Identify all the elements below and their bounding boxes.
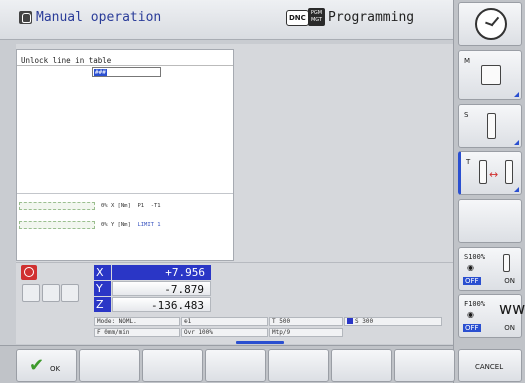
spindle-off-label: OFF bbox=[463, 277, 481, 285]
load-bar-x bbox=[19, 202, 95, 210]
m-key-label: M bbox=[464, 57, 471, 65]
axis-value-x: +7.956 bbox=[112, 265, 211, 280]
spindle-on-label: ON bbox=[504, 277, 515, 285]
override-status: Ovr 100% bbox=[181, 328, 268, 337]
softkey-page-indicator[interactable] bbox=[236, 341, 284, 344]
t-function-key[interactable]: T ↔ bbox=[458, 151, 522, 195]
status-box-3 bbox=[61, 284, 79, 302]
softkey-4[interactable] bbox=[205, 349, 266, 382]
machine-function-icon bbox=[481, 65, 501, 85]
spindle-tool-icon bbox=[503, 254, 510, 272]
spindle-value: S 300 bbox=[355, 318, 374, 325]
s-function-key[interactable]: S bbox=[458, 104, 522, 148]
checkmark-icon: ✔ bbox=[29, 355, 45, 376]
tool-status: T 500 bbox=[269, 317, 343, 326]
hand-icon bbox=[19, 11, 32, 24]
empty-side-key[interactable] bbox=[458, 199, 522, 243]
spindle-icon bbox=[347, 318, 353, 324]
load-x-p: P1 bbox=[137, 203, 145, 209]
submenu-indicator-icon bbox=[514, 140, 519, 145]
axis-label-z: Z bbox=[94, 297, 111, 312]
swap-arrow-icon: ↔ bbox=[489, 168, 499, 181]
status-box-1 bbox=[22, 284, 40, 302]
load-x-t: -T1 bbox=[150, 203, 161, 209]
axis-label-y: Y bbox=[94, 281, 111, 296]
softkey-6[interactable] bbox=[331, 349, 392, 382]
header-bar: Manual operation DNC PGM MGT Programming bbox=[0, 0, 453, 40]
dialog-title: Unlock line in table bbox=[21, 56, 112, 65]
status-box-2 bbox=[42, 284, 60, 302]
feed-override-key[interactable]: F100% ◉ ᴡᴡ OFF ON bbox=[458, 294, 525, 338]
axis-value-y: -7.879 bbox=[112, 281, 211, 296]
submenu-indicator-icon bbox=[514, 92, 519, 97]
t-key-label: T bbox=[466, 158, 471, 166]
feed-wave-icon: ᴡᴡ bbox=[499, 299, 525, 318]
spindle-override-label: S100% bbox=[464, 253, 486, 261]
cancel-button[interactable]: CANCEL bbox=[458, 349, 522, 382]
spindle-tool-icon bbox=[487, 113, 496, 139]
tool-change-icon bbox=[479, 160, 487, 184]
dialog-divider bbox=[17, 65, 233, 66]
vertical-softkey-bar: M S T ↔ S100% ◉ OFF ON F100% ◉ ᴡᴡ OFF ON bbox=[453, 0, 525, 383]
pgm-mgt-icon: PGM MGT bbox=[308, 8, 325, 26]
load-divider bbox=[17, 193, 233, 194]
load-y-pct: 0% bbox=[101, 222, 108, 228]
override-knob-icon: ◉ bbox=[467, 263, 474, 272]
feed-override-label: F100% bbox=[464, 300, 486, 308]
load-x-axis: X [Nm] bbox=[110, 203, 131, 209]
load-x-pct: 0% bbox=[101, 203, 108, 209]
feed-on-label: ON bbox=[504, 324, 515, 332]
softkey-3[interactable] bbox=[142, 349, 203, 382]
load-x-readout: 0% X [Nm] P1 -T1 bbox=[101, 203, 161, 209]
datum-value: 1 bbox=[187, 318, 192, 325]
load-y-limit: LIMIT 1 bbox=[137, 222, 161, 228]
axis-value-z: -136.483 bbox=[112, 297, 211, 312]
ok-button[interactable]: ✔ OK bbox=[16, 349, 77, 382]
password-value: ### bbox=[94, 69, 107, 76]
clock-key[interactable] bbox=[458, 2, 522, 46]
load-bar-y bbox=[19, 221, 95, 229]
unlock-dialog: Unlock line in table ### 0% X [Nm] P1 -T… bbox=[16, 49, 234, 261]
mtp-status: Mtp/9 bbox=[269, 328, 343, 337]
override-knob-icon: ◉ bbox=[467, 310, 474, 319]
spindle-status: S 300 bbox=[344, 317, 442, 326]
load-y-axis: Y [Nm] bbox=[110, 222, 131, 228]
password-input[interactable]: ### bbox=[92, 67, 161, 77]
feed-status: F 0mm/min bbox=[94, 328, 180, 337]
cancel-label: CANCEL bbox=[475, 363, 504, 371]
m-function-key[interactable]: M bbox=[458, 50, 522, 100]
feed-off-label: OFF bbox=[463, 324, 481, 332]
tool-change-icon bbox=[505, 160, 513, 184]
submenu-indicator-icon bbox=[514, 187, 519, 192]
spindle-override-key[interactable]: S100% ◉ OFF ON bbox=[458, 247, 522, 291]
datum-status: ⊕1 bbox=[181, 317, 268, 326]
mode-status: Mode: NOML. bbox=[94, 317, 180, 326]
softkey-7[interactable] bbox=[394, 349, 455, 382]
axis-label-x: X bbox=[94, 265, 111, 280]
s-key-label: S bbox=[464, 111, 469, 119]
clock-icon bbox=[475, 8, 507, 40]
softkey-2[interactable] bbox=[79, 349, 140, 382]
dnc-badge: DNC bbox=[286, 10, 309, 26]
secondary-mode-title: Programming bbox=[328, 10, 415, 25]
mode-title: Manual operation bbox=[36, 10, 162, 25]
load-y-readout: 0% Y [Nm] LIMIT 1 bbox=[101, 222, 161, 228]
softkey-5[interactable] bbox=[268, 349, 329, 382]
stop-icon bbox=[21, 265, 37, 280]
ok-label: OK bbox=[50, 365, 61, 373]
